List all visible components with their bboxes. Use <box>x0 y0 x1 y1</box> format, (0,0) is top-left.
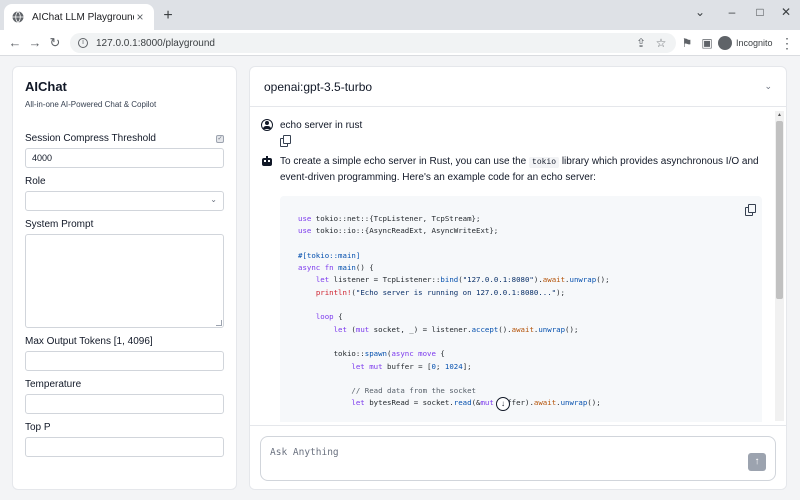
copy-code-icon[interactable] <box>745 204 756 216</box>
incognito-label: Incognito <box>736 38 773 48</box>
close-window-icon[interactable]: ✕ <box>774 4 798 20</box>
chat-messages[interactable]: echo server in rust To create a simple e… <box>250 108 772 422</box>
extensions-icon[interactable]: ⚑ <box>678 34 696 52</box>
model-selector[interactable]: openai:gpt-3.5-turbo ⌄ <box>250 67 786 107</box>
tab-title: AIChat LLM Playground <box>32 11 134 23</box>
copy-icon[interactable] <box>280 135 291 147</box>
top-p-label-text: Top P <box>25 422 51 433</box>
compress-threshold-text: Session Compress Threshold <box>25 133 156 144</box>
more-menu-icon[interactable]: ⋮ <box>780 34 794 52</box>
forward-icon[interactable]: → <box>26 34 44 52</box>
temperature-label: Temperature <box>25 379 224 390</box>
max-tokens-label-text: Max Output Tokens [1, 4096] <box>25 336 153 347</box>
browser-tab[interactable]: AIChat LLM Playground × <box>4 4 154 30</box>
tab-strip: AIChat LLM Playground × + ⌄ – □ ✕ <box>0 0 800 30</box>
temperature-label-text: Temperature <box>25 379 82 390</box>
scroll-to-bottom-button[interactable]: ↓ <box>496 397 510 411</box>
incognito-icon <box>718 36 732 50</box>
resize-handle-icon[interactable] <box>216 320 222 326</box>
top-p-input[interactable] <box>25 437 224 457</box>
system-prompt-textarea[interactable] <box>25 234 224 328</box>
compress-checkbox[interactable]: ✓ <box>216 134 224 143</box>
model-name: openai:gpt-3.5-turbo <box>264 79 373 94</box>
minimize-icon[interactable]: – <box>720 4 744 20</box>
reload-icon[interactable]: ↻ <box>46 34 64 52</box>
compress-threshold-input[interactable]: 4000 <box>25 148 224 168</box>
side-panel-icon[interactable]: ▣ <box>698 34 716 52</box>
code-block: use tokio::net::{TcpListener, TcpStream}… <box>280 196 762 422</box>
settings-sidebar: AIChat All-in-one AI-Powered Chat & Copi… <box>12 66 237 490</box>
message-input-placeholder: Ask Anything <box>270 447 339 458</box>
chevron-down-icon: ⌄ <box>210 195 217 204</box>
assistant-message-text: To create a simple echo server in Rust, … <box>280 156 759 183</box>
bookmark-star-icon[interactable]: ☆ <box>652 34 670 52</box>
scroll-up-arrow-icon[interactable]: ▲ <box>776 111 783 119</box>
info-icon[interactable]: i <box>78 38 88 48</box>
role-label-text: Role <box>25 176 46 187</box>
app-subtitle: All-in-one AI-Powered Chat & Copilot <box>25 100 157 109</box>
back-icon[interactable]: ← <box>6 34 24 52</box>
inline-code: tokio <box>529 157 560 168</box>
user-avatar-icon <box>261 119 273 131</box>
share-icon[interactable]: ⇪ <box>632 34 650 52</box>
max-tokens-label: Max Output Tokens [1, 4096] <box>25 336 224 347</box>
composer-area: Ask Anything ↑ <box>250 425 786 489</box>
address-bar[interactable]: i 127.0.0.1:8000/playground <box>70 33 676 53</box>
user-message-text: echo server in rust <box>280 119 363 131</box>
playground-page: AIChat All-in-one AI-Powered Chat & Copi… <box>0 56 800 500</box>
role-select[interactable]: ⌄ <box>25 191 224 211</box>
compress-threshold-label: Session Compress Threshold ✓ <box>25 133 224 144</box>
top-p-label: Top P <box>25 422 224 433</box>
system-prompt-label: System Prompt <box>25 219 224 230</box>
temperature-input[interactable] <box>25 394 224 414</box>
arrow-up-icon: ↑ <box>754 456 760 467</box>
code-content: use tokio::net::{TcpListener, TcpStream}… <box>298 214 610 408</box>
incognito-indicator[interactable]: Incognito <box>718 34 773 52</box>
globe-icon <box>12 11 24 23</box>
max-tokens-input[interactable] <box>25 351 224 371</box>
url-text: 127.0.0.1:8000/playground <box>96 37 215 49</box>
message-input[interactable]: Ask Anything ↑ <box>260 436 776 481</box>
system-prompt-label-text: System Prompt <box>25 219 94 230</box>
chat-scrollbar-thumb[interactable] <box>776 121 783 299</box>
chat-panel: openai:gpt-3.5-turbo ⌄ echo server in ru… <box>249 66 787 490</box>
maximize-icon[interactable]: □ <box>748 4 772 20</box>
chevron-down-icon: ⌄ <box>764 81 772 91</box>
app-title: AIChat <box>25 79 67 94</box>
chevron-down-icon[interactable]: ⌄ <box>688 4 712 20</box>
browser-chrome: AIChat LLM Playground × + ⌄ – □ ✕ ← → ↻ … <box>0 0 800 56</box>
browser-toolbar: ← → ↻ i 127.0.0.1:8000/playground ⇪ ☆ ⚑ … <box>0 30 800 56</box>
new-tab-icon[interactable]: + <box>160 8 176 24</box>
tab-close-icon[interactable]: × <box>134 11 146 23</box>
user-message: echo server in rust <box>261 119 362 131</box>
bot-avatar-icon <box>261 156 273 166</box>
send-button[interactable]: ↑ <box>748 453 766 471</box>
role-label: Role <box>25 176 224 187</box>
